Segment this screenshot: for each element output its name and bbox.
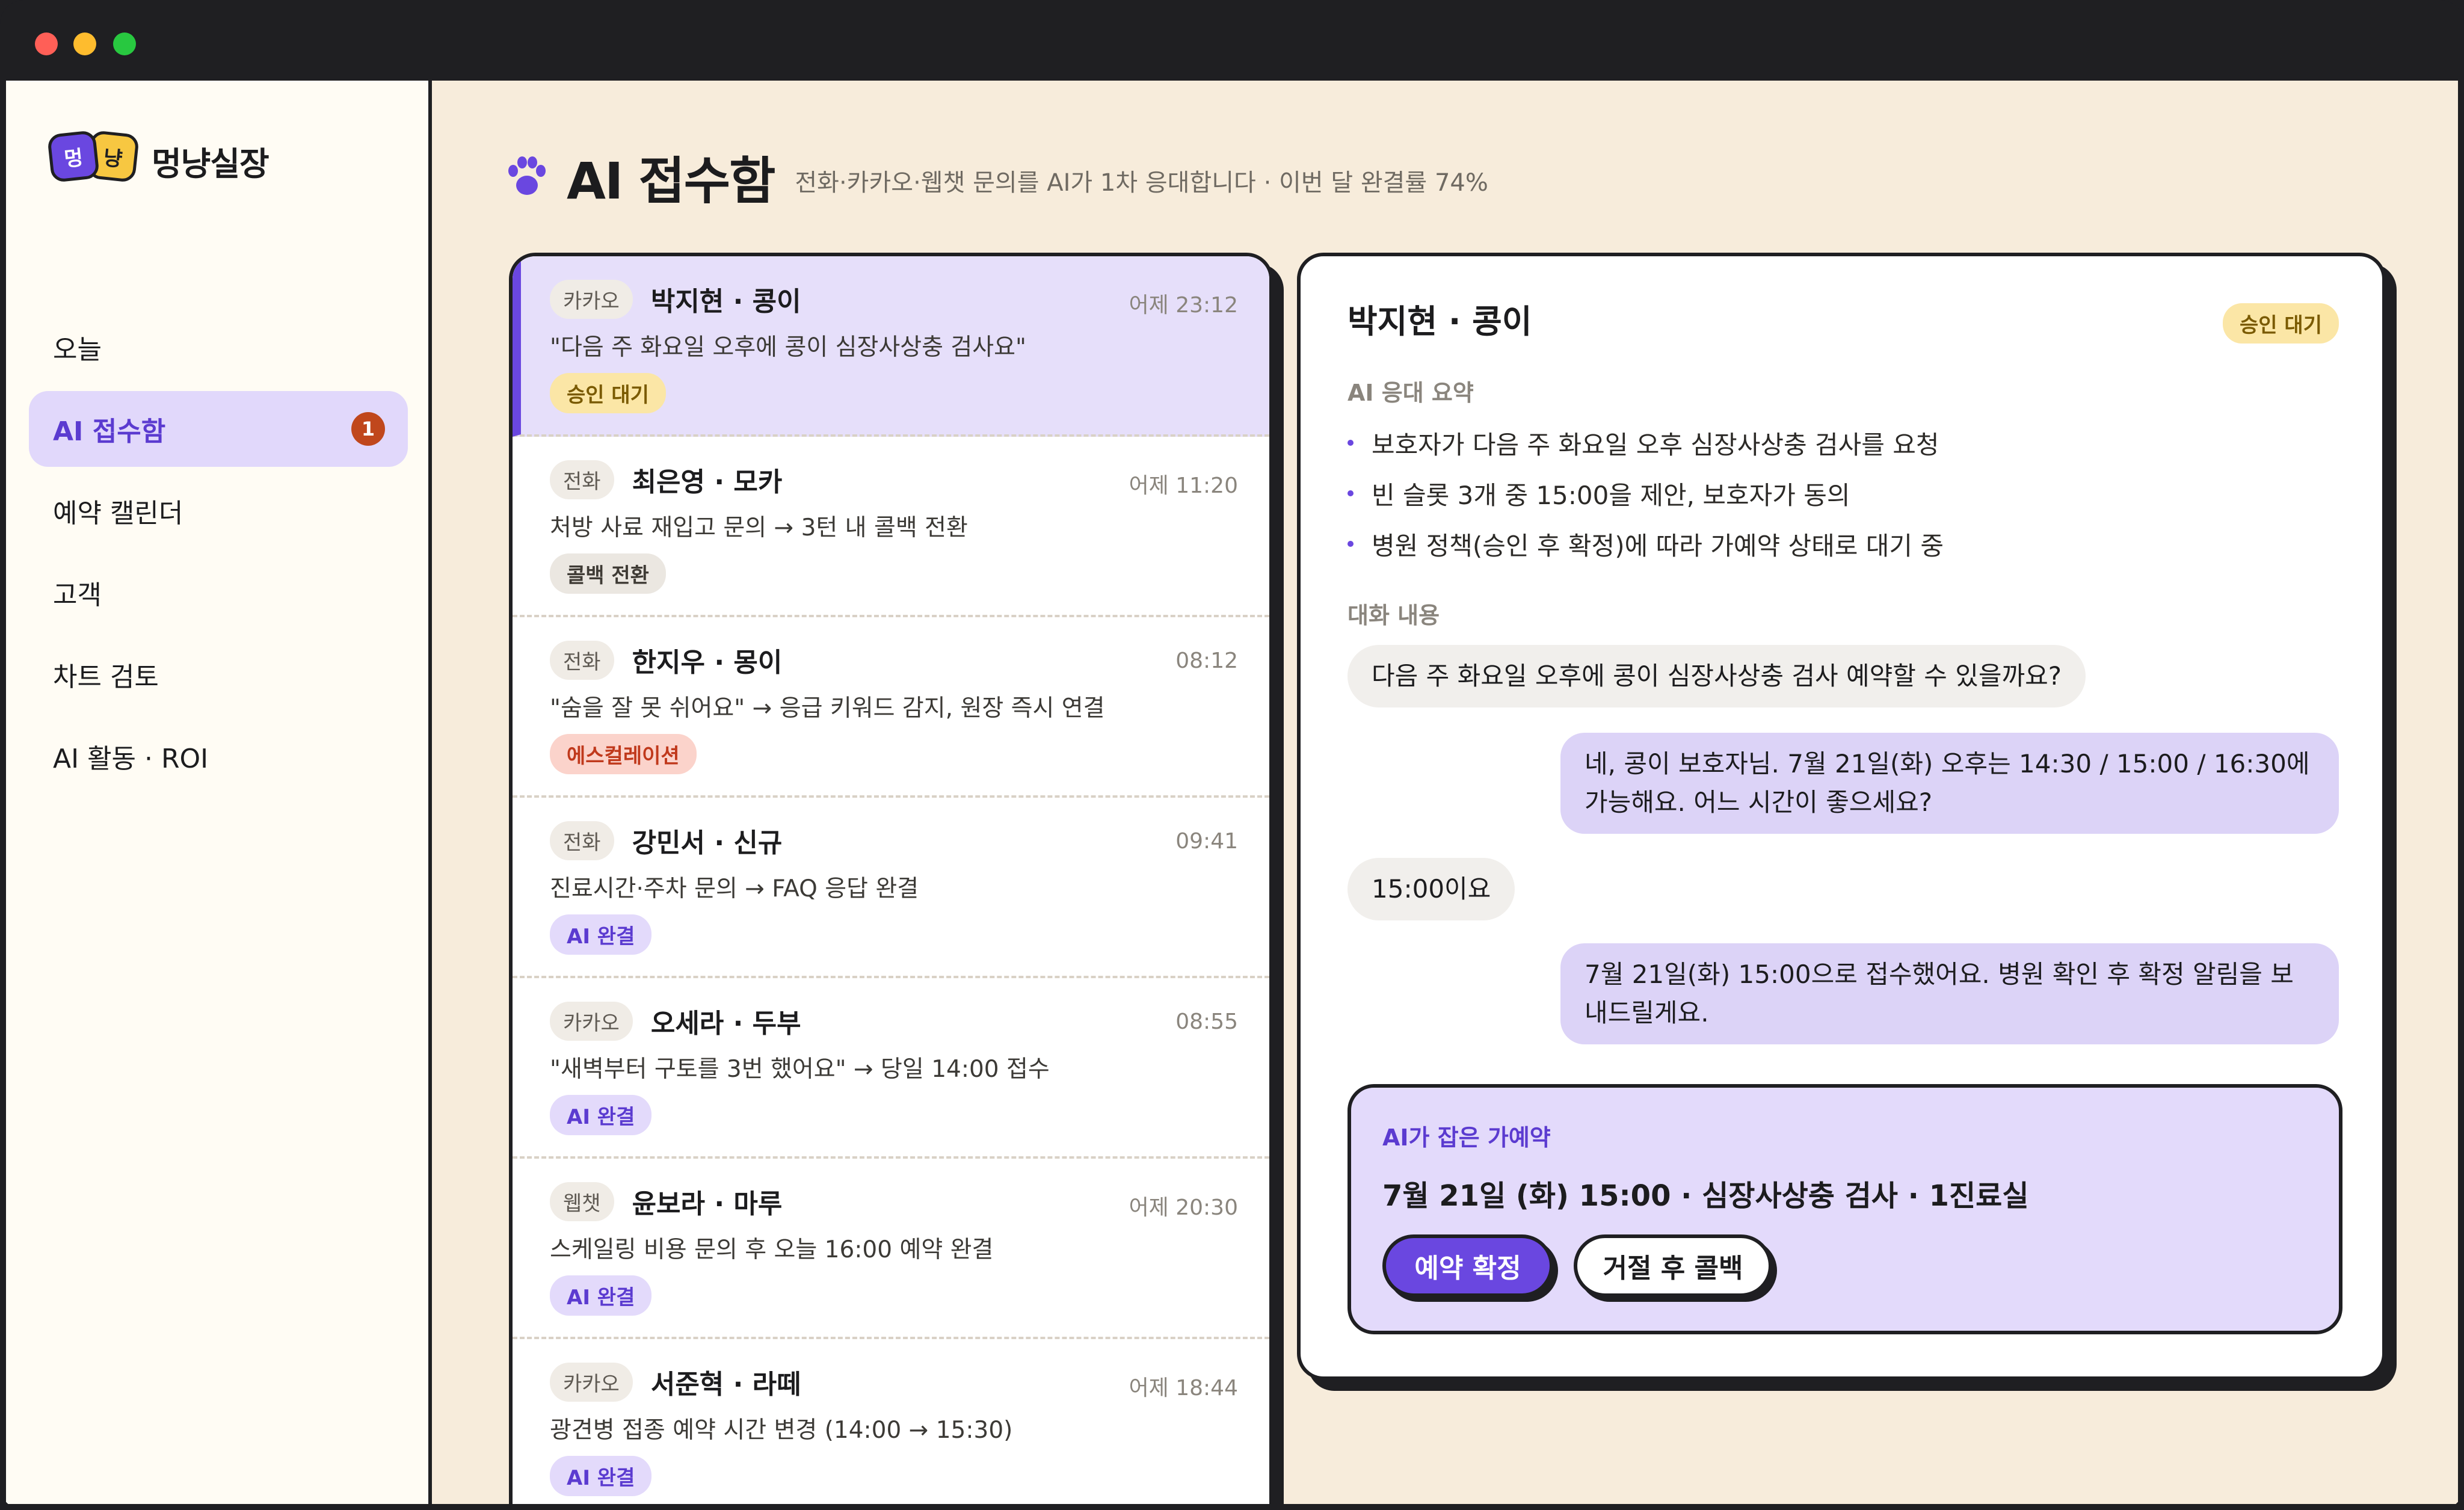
channel-tag: 전화: [550, 640, 614, 680]
reservation-label: AI가 잡은 가예약: [1382, 1124, 1551, 1151]
paw-icon: [508, 156, 546, 195]
customer-message: 다음 주 화요일 오후에 콩이 심장사상충 검사 예약할 수 있을까요?: [1348, 645, 2086, 707]
customer-name: 서준혁 · 라떼: [650, 1369, 801, 1400]
sidebar-item-today[interactable]: 오늘: [29, 309, 408, 385]
unread-count-badge: 1: [351, 412, 385, 446]
channel-tag: 전화: [550, 460, 614, 499]
inquiry-summary: "새벽부터 구토를 3번 했어요" → 당일 14:00 접수: [550, 1056, 1050, 1083]
inquiry-summary: 처방 사료 재입고 문의 → 3턴 내 콜백 전환: [550, 514, 968, 541]
ai-summary-list: 보호자가 다음 주 화요일 오후 심장사상충 검사를 요청 빈 슬롯 3개 중 …: [1348, 418, 1944, 569]
sidebar: 멍 냥 멍냥실장 오늘 AI 접수함 1 예약 캘린더 고객 차트 검토 AI …: [6, 81, 432, 1504]
conversation-heading: 대화 내용: [1348, 602, 1440, 629]
customer-name: 강민서 · 신규: [632, 828, 783, 858]
status-badge: AI 완결: [550, 1095, 652, 1135]
summary-item: 빈 슬롯 3개 중 15:00을 제안, 보호자가 동의: [1348, 468, 1944, 519]
inbox-item[interactable]: 전화 강민서 · 신규 09:41 진료시간·주차 문의 → FAQ 응답 완결…: [513, 798, 1269, 978]
inbox-item[interactable]: 전화 한지우 · 몽이 08:12 "숨을 잘 못 쉬어요" → 응급 키워드 …: [513, 617, 1269, 798]
bullet-icon: [1348, 490, 1354, 496]
bullet-icon: [1348, 541, 1354, 547]
summary-text: 보호자가 다음 주 화요일 오후 심장사상충 검사를 요청: [1372, 430, 1939, 460]
timestamp: 어제 23:12: [1129, 293, 1238, 318]
title-bar: [0, 0, 2464, 79]
customer-name: 윤보라 · 마루: [632, 1189, 783, 1219]
inquiry-summary: "숨을 잘 못 쉬어요" → 응급 키워드 감지, 원장 즉시 연결: [550, 695, 1105, 722]
sidebar-item-chart-review[interactable]: 차트 검토: [29, 636, 408, 712]
customer-name: 박지현 · 콩이: [650, 286, 801, 317]
status-badge: 콜백 전환: [550, 553, 666, 594]
customer-name: 한지우 · 몽이: [632, 647, 783, 678]
channel-tag: 웹챗: [550, 1182, 614, 1221]
sidebar-item-calendar[interactable]: 예약 캘린더: [29, 473, 408, 549]
tentative-reservation-card: AI가 잡은 가예약 7월 21일 (화) 15:00 · 심장사상충 검사 ·…: [1348, 1084, 2342, 1334]
bullet-icon: [1348, 440, 1354, 446]
timestamp: 어제 20:30: [1129, 1195, 1238, 1220]
sidebar-item-label: 고객: [53, 580, 102, 611]
sidebar-item-label: AI 접수함: [53, 416, 166, 447]
channel-tag: 카카오: [550, 1001, 633, 1041]
sidebar-item-ai-activity-roi[interactable]: AI 활동 · ROI: [29, 718, 408, 794]
detail-customer-name: 박지현 · 콩이: [1348, 303, 1532, 341]
ai-message: 네, 콩이 보호자님. 7월 21일(화) 오후는 14:30 / 15:00 …: [1560, 733, 2339, 834]
app-name: 멍냥실장: [152, 145, 270, 183]
channel-tag: 전화: [550, 821, 614, 860]
summary-text: 빈 슬롯 3개 중 15:00을 제안, 보호자가 동의: [1372, 480, 1850, 510]
timestamp: 09:41: [1175, 829, 1238, 854]
inbox-list: 카카오 박지현 · 콩이 어제 23:12 "다음 주 화요일 오후에 콩이 심…: [509, 253, 1273, 1504]
minimize-window-button[interactable]: [73, 32, 96, 55]
inbox-item[interactable]: 카카오 오세라 · 두부 08:55 "새벽부터 구토를 3번 했어요" → 당…: [513, 978, 1269, 1159]
sidebar-item-customers[interactable]: 고객: [29, 555, 408, 630]
sidebar-item-ai-inbox[interactable]: AI 접수함 1: [29, 391, 408, 467]
channel-tag: 카카오: [550, 279, 633, 319]
inquiry-summary: 광견병 접종 예약 시간 변경 (14:00 → 15:30): [550, 1417, 1013, 1444]
close-window-button[interactable]: [35, 32, 58, 55]
app-window: 멍 냥 멍냥실장 오늘 AI 접수함 1 예약 캘린더 고객 차트 검토 AI …: [0, 0, 2464, 1510]
page-subtitle: 전화·카카오·웹챗 문의를 AI가 1차 응대합니다 · 이번 달 완결률 74…: [795, 169, 1488, 197]
sidebar-item-label: 차트 검토: [53, 662, 159, 692]
inbox-item[interactable]: 카카오 서준혁 · 라떼 어제 18:44 광견병 접종 예약 시간 변경 (1…: [513, 1339, 1269, 1504]
timestamp: 어제 18:44: [1129, 1376, 1238, 1401]
page-title: AI 접수함: [567, 151, 775, 211]
summary-text: 병원 정책(승인 후 확정)에 따라 가예약 상태로 대기 중: [1372, 531, 1944, 561]
detail-panel: 박지현 · 콩이 승인 대기 AI 응대 요약 보호자가 다음 주 화요일 오후…: [1297, 253, 2386, 1380]
inbox-item[interactable]: 전화 최은영 · 모카 어제 11:20 처방 사료 재입고 문의 → 3턴 내…: [513, 437, 1269, 617]
customer-name: 오세라 · 두부: [650, 1008, 801, 1039]
sidebar-nav: 오늘 AI 접수함 1 예약 캘린더 고객 차트 검토 AI 활동 · ROI: [29, 309, 408, 800]
status-badge: AI 완결: [550, 1456, 652, 1496]
summary-item: 보호자가 다음 주 화요일 오후 심장사상충 검사를 요청: [1348, 418, 1944, 468]
page-header: AI 접수함 전화·카카오·웹챗 문의를 AI가 1차 응대합니다 · 이번 달…: [503, 141, 1488, 213]
detail-status-badge: 승인 대기: [2223, 303, 2339, 344]
status-badge: AI 완결: [550, 914, 652, 955]
sidebar-item-label: 예약 캘린더: [53, 498, 183, 529]
logo-badge-dog: 멍: [47, 130, 100, 183]
inquiry-summary: "다음 주 화요일 오후에 콩이 심장사상충 검사요": [550, 334, 1026, 361]
status-badge: 승인 대기: [550, 373, 666, 413]
sidebar-item-label: AI 활동 · ROI: [53, 744, 209, 774]
app-content: 멍 냥 멍냥실장 오늘 AI 접수함 1 예약 캘린더 고객 차트 검토 AI …: [6, 81, 2458, 1504]
summary-item: 병원 정책(승인 후 확정)에 따라 가예약 상태로 대기 중: [1348, 519, 1944, 569]
confirm-reservation-button[interactable]: 예약 확정: [1382, 1234, 1553, 1297]
inbox-item[interactable]: 카카오 박지현 · 콩이 어제 23:12 "다음 주 화요일 오후에 콩이 심…: [513, 256, 1269, 437]
inquiry-summary: 스케일링 비용 문의 후 오늘 16:00 예약 완결: [550, 1236, 994, 1263]
timestamp: 08:12: [1175, 649, 1238, 673]
status-badge: AI 완결: [550, 1275, 652, 1316]
reservation-detail: 7월 21일 (화) 15:00 · 심장사상충 검사 · 1진료실: [1382, 1179, 2029, 1213]
ai-message: 7월 21일(화) 15:00으로 접수했어요. 병원 확인 후 확정 알림을 …: [1560, 943, 2339, 1044]
inquiry-summary: 진료시간·주차 문의 → FAQ 응답 완결: [550, 875, 919, 902]
status-badge: 에스컬레이션: [550, 734, 697, 774]
timestamp: 어제 11:20: [1129, 473, 1238, 498]
maximize-window-button[interactable]: [113, 32, 136, 55]
inbox-item[interactable]: 웹챗 윤보라 · 마루 어제 20:30 스케일링 비용 문의 후 오늘 16:…: [513, 1159, 1269, 1339]
channel-tag: 카카오: [550, 1362, 633, 1402]
customer-message: 15:00이요: [1348, 858, 1515, 920]
summary-heading: AI 응대 요약: [1348, 380, 1474, 406]
sidebar-item-label: 오늘: [53, 334, 102, 365]
timestamp: 08:55: [1175, 1009, 1238, 1034]
reject-and-callback-button[interactable]: 거절 후 콜백: [1574, 1234, 1772, 1297]
customer-name: 최은영 · 모카: [632, 467, 783, 498]
